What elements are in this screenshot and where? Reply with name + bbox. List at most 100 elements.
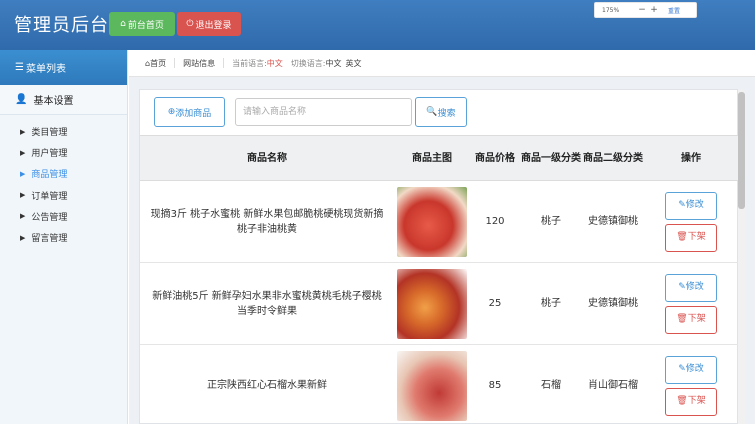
logout-button-label: 退出登录 <box>195 20 232 31</box>
product-image-cell <box>394 262 470 345</box>
zoom-out-button[interactable]: − <box>636 5 648 15</box>
product-image-cell <box>394 180 470 263</box>
caret-right-icon: ▶ <box>20 148 26 157</box>
product-name: 现摘3斤 桃子水蜜桃 新鲜水果包邮脆桃硬桃现货新摘桃子非油桃黄 <box>140 180 394 263</box>
sidebar-title: 菜单列表 <box>25 64 66 75</box>
sidebar-item-label: 类目管理 <box>31 128 68 139</box>
caret-right-icon: ▶ <box>20 169 26 178</box>
breadcrumb-divider <box>174 58 176 68</box>
product-panel: ⊕ 添加商品 🔍 搜索 商品名称 商品主图 商品价格 商品一级分类 商品二级分类… <box>139 89 738 424</box>
product-image-peach <box>397 186 467 257</box>
user-icon: 👤 <box>15 94 28 105</box>
column-header-name: 商品名称 <box>140 135 394 181</box>
column-header-price: 商品价格 <box>470 135 520 181</box>
sidebar-item-notices[interactable]: ▶ 公告管理 <box>0 206 127 227</box>
caret-right-icon: ▶ <box>20 191 26 200</box>
take-down-button[interactable]: 🗑 下架 <box>665 305 717 334</box>
product-price: 85 <box>470 344 520 424</box>
product-table: 商品名称 商品主图 商品价格 商品一级分类 商品二级分类 操作 现摘3斤 桃子水… <box>140 135 738 424</box>
product-category2: 肖山御石榴 <box>582 344 644 424</box>
product-category1: 桃子 <box>520 180 582 263</box>
product-category1: 桃子 <box>520 262 582 345</box>
edit-button-label: 修改 <box>685 200 704 210</box>
top-header: 管理员后台 ⌂ 前台首页 ⏻ 退出登录 175% − + 重置 <box>0 0 755 50</box>
switch-language-chinese[interactable]: 中文 <box>325 58 341 69</box>
sidebar-item-label: 留言管理 <box>31 234 68 245</box>
take-down-button[interactable]: 🗑 下架 <box>665 387 717 416</box>
trash-icon: 🗑 <box>676 396 688 406</box>
breadcrumb-site-info[interactable]: 网站信息 <box>183 58 215 69</box>
product-price: 25 <box>470 262 520 345</box>
list-icon: ☰ <box>15 62 24 73</box>
product-image-pomegranate <box>397 350 467 421</box>
caret-right-icon: ▶ <box>20 233 26 242</box>
sidebar-item-products[interactable]: ▶ 商品管理 <box>0 163 127 184</box>
search-icon: 🔍 <box>426 107 438 117</box>
product-name: 正宗陕西红心石榴水果新鲜 <box>140 344 394 424</box>
table-row: 正宗陕西红心石榴水果新鲜 85 石榴 肖山御石榴 ✎ 修改 🗑 下架 <box>140 344 738 424</box>
product-image-cell <box>394 344 470 424</box>
take-down-button-label: 下架 <box>687 396 706 406</box>
sidebar-item-category[interactable]: ▶ 类目管理 <box>0 121 127 142</box>
product-search-input[interactable] <box>235 98 412 126</box>
add-product-button[interactable]: ⊕ 添加商品 <box>154 97 225 127</box>
caret-right-icon: ▶ <box>20 212 26 221</box>
edit-button[interactable]: ✎ 修改 <box>665 191 717 220</box>
product-category2: 史德镇御桃 <box>582 262 644 345</box>
current-language-value: 中文 <box>266 58 283 68</box>
sidebar-item-messages[interactable]: ▶ 留言管理 <box>0 227 127 248</box>
product-price: 120 <box>470 180 520 263</box>
trash-icon: 🗑 <box>676 232 688 242</box>
breadcrumb-divider <box>223 58 225 68</box>
home-page-button-label: 前台首页 <box>127 20 164 31</box>
take-down-button-label: 下架 <box>687 232 706 242</box>
column-header-category1: 商品一级分类 <box>520 135 582 181</box>
sidebar: ☰ 菜单列表 👤 基本设置 ▶ 类目管理 ▶ 用户管理 ▶ 商品管理 ▶ 订单管… <box>0 50 128 424</box>
caret-right-icon: ▶ <box>20 127 26 136</box>
power-icon: ⏻ <box>186 19 194 29</box>
edit-button[interactable]: ✎ 修改 <box>665 273 717 302</box>
edit-icon: ✎ <box>678 200 686 210</box>
edit-button[interactable]: ✎ 修改 <box>665 355 717 384</box>
zoom-in-button[interactable]: + <box>648 5 660 15</box>
home-page-button[interactable]: ⌂ 前台首页 <box>109 12 175 36</box>
plus-circle-icon: ⊕ <box>167 107 176 117</box>
column-header-category2: 商品二级分类 <box>582 135 644 181</box>
trash-icon: 🗑 <box>676 314 688 324</box>
scrollbar-thumb[interactable] <box>738 92 745 209</box>
take-down-button-label: 下架 <box>687 314 706 324</box>
sidebar-item-orders[interactable]: ▶ 订单管理 <box>0 185 127 206</box>
table-row: 现摘3斤 桃子水蜜桃 新鲜水果包邮脆桃硬桃现货新摘桃子非油桃黄 120 桃子 史… <box>140 180 738 263</box>
take-down-button[interactable]: 🗑 下架 <box>665 223 717 252</box>
edit-icon: ✎ <box>678 364 686 374</box>
current-language-label: 当前语言: <box>232 58 267 68</box>
sidebar-item-users[interactable]: ▶ 用户管理 <box>0 142 127 163</box>
product-toolbar: ⊕ 添加商品 🔍 搜索 <box>140 90 737 135</box>
home-icon: ⌂ <box>120 19 126 29</box>
sidebar-section-basic-settings[interactable]: 👤 基本设置 <box>0 85 127 115</box>
table-row: 新鲜油桃5斤 新鲜孕妇水果非水蜜桃黄桃毛桃子樱桃当季时令鲜果 25 桃子 史德镇… <box>140 262 738 345</box>
search-button[interactable]: 🔍 搜索 <box>415 97 467 127</box>
sidebar-item-label: 用户管理 <box>31 149 68 160</box>
content-scrollbar[interactable] <box>738 90 745 424</box>
admin-title: 管理员后台 <box>14 15 109 36</box>
actions-cell: ✎ 修改 🗑 下架 <box>644 180 738 263</box>
edit-icon: ✎ <box>678 282 686 292</box>
add-product-button-label: 添加商品 <box>175 108 212 119</box>
breadcrumb: ⌂ 首页 网站信息 当前语言: 中文 切换语言: 中文 英文 <box>129 50 755 77</box>
product-name: 新鲜油桃5斤 新鲜孕妇水果非水蜜桃黄桃毛桃子樱桃当季时令鲜果 <box>140 262 394 345</box>
product-image-nectarine <box>397 268 467 339</box>
zoom-reset-button[interactable]: 重置 <box>668 6 680 15</box>
switch-language-english[interactable]: 英文 <box>345 58 361 69</box>
product-category1: 石榴 <box>520 344 582 424</box>
sidebar-item-label: 公告管理 <box>31 212 68 223</box>
logout-button[interactable]: ⏻ 退出登录 <box>177 12 241 36</box>
switch-language-label: 切换语言: <box>290 58 326 68</box>
sidebar-item-label: 商品管理 <box>31 170 68 181</box>
product-category2: 史德镇御桃 <box>582 180 644 263</box>
sidebar-section-label: 基本设置 <box>33 96 74 107</box>
edit-button-label: 修改 <box>685 364 704 374</box>
sidebar-item-label: 订单管理 <box>31 191 68 202</box>
breadcrumb-home[interactable]: 首页 <box>150 58 166 69</box>
column-header-actions: 操作 <box>644 135 738 181</box>
